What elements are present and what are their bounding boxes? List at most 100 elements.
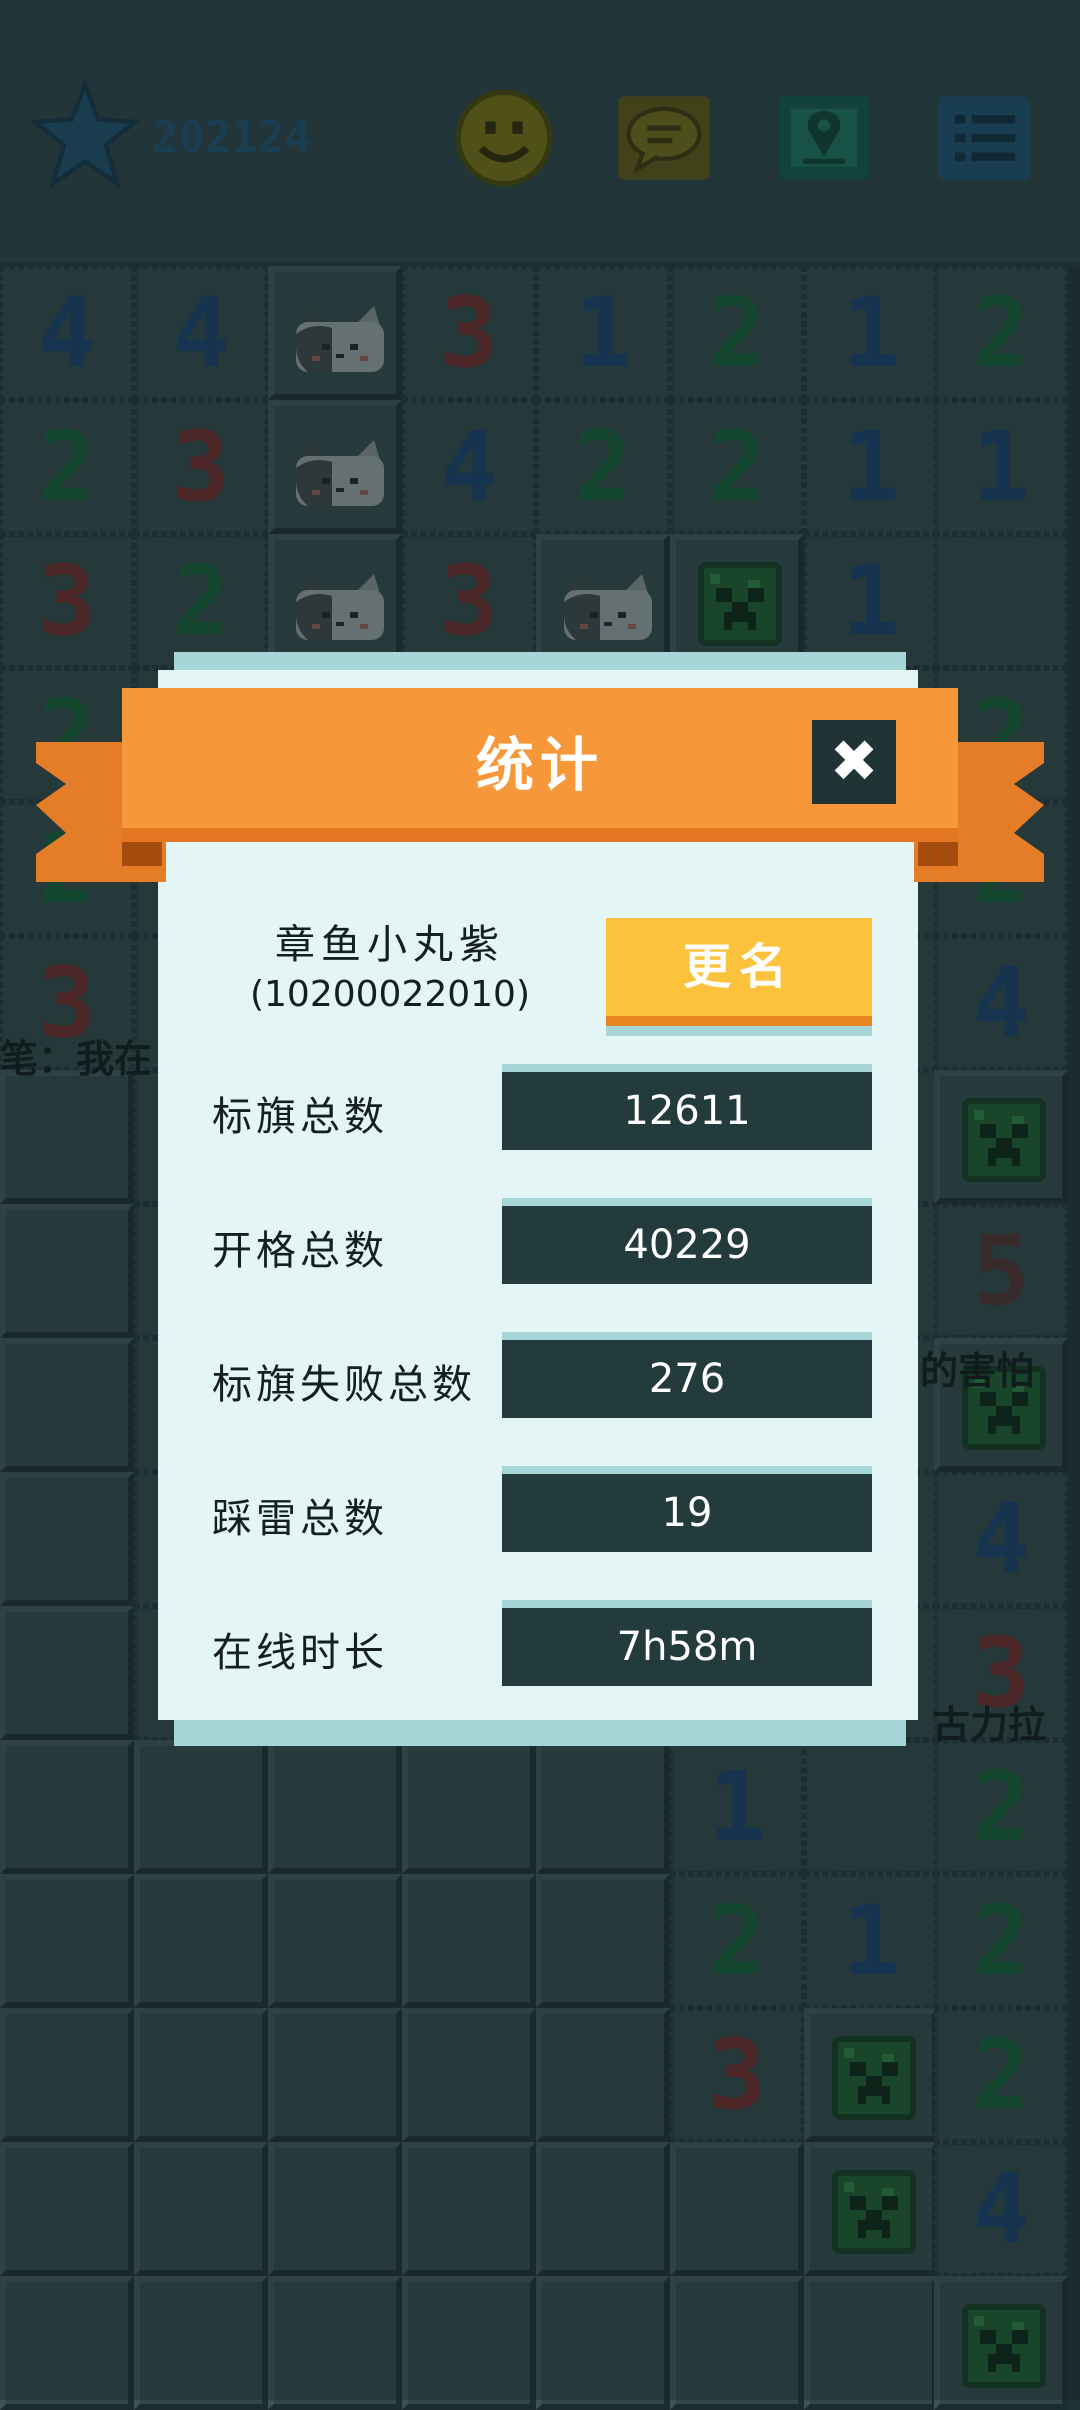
board-cell-hidden[interactable]	[670, 2276, 804, 2410]
board-cell[interactable]: 2	[670, 266, 804, 400]
board-cell-hidden[interactable]	[402, 2142, 536, 2276]
board-cell-hidden[interactable]	[0, 1472, 134, 1606]
board-cell-hidden[interactable]	[134, 2142, 268, 2276]
board-cell[interactable]: 2	[536, 400, 670, 534]
board-cell-hidden[interactable]	[0, 1070, 134, 1204]
board-cell-hidden[interactable]	[268, 1874, 402, 2008]
map-pin-icon[interactable]	[772, 86, 876, 190]
board-cell-mine[interactable]	[934, 1070, 1068, 1204]
board-cell-hidden[interactable]	[134, 1874, 268, 2008]
board-cell[interactable]: 2	[134, 534, 268, 668]
board-cell-flag[interactable]	[268, 534, 402, 668]
board-cell-mine[interactable]	[670, 534, 804, 668]
creeper-icon	[698, 562, 782, 646]
board-cell[interactable]: 1	[804, 266, 938, 400]
board-cell-hidden[interactable]	[402, 1740, 536, 1874]
board-cell[interactable]: 2	[934, 1874, 1068, 2008]
board-cell[interactable]	[804, 1740, 938, 1874]
creeper-icon	[962, 1098, 1046, 1182]
board-cell-hidden[interactable]	[268, 2276, 402, 2410]
board-cell-hidden[interactable]	[402, 2276, 536, 2410]
board-cell[interactable]: 3	[402, 534, 536, 668]
cell-number: 2	[574, 411, 632, 523]
board-cell[interactable]: 1	[804, 534, 938, 668]
top-bar: 202124	[0, 0, 1080, 268]
board-cell[interactable]: 2	[670, 1874, 804, 2008]
board-cell[interactable]: 4	[934, 1472, 1068, 1606]
board-cell-hidden[interactable]	[0, 2008, 134, 2142]
board-cell[interactable]: 2	[0, 400, 134, 534]
cell-number: 2	[972, 1885, 1030, 1997]
cat-icon	[564, 574, 652, 640]
stat-value-online-time: 7h58m	[502, 1608, 872, 1686]
board-cell[interactable]: 2	[670, 400, 804, 534]
board-cell-hidden[interactable]	[536, 1740, 670, 1874]
board-cell-hidden[interactable]	[804, 2276, 938, 2410]
board-cell-hidden[interactable]	[268, 2008, 402, 2142]
board-cell-hidden[interactable]	[134, 2008, 268, 2142]
chat-bubble-icon[interactable]	[612, 86, 716, 190]
board-cell-mine[interactable]	[804, 2008, 938, 2142]
board-cell[interactable]: 5	[934, 1204, 1068, 1338]
chat-ticker-left: 笔：我在	[0, 1037, 153, 1081]
board-cell-hidden[interactable]	[670, 2142, 804, 2276]
board-cell-flag[interactable]	[268, 266, 402, 400]
board-cell-flag[interactable]	[536, 534, 670, 668]
board-cell-mine[interactable]	[934, 2276, 1068, 2410]
rename-button-label: 更名	[682, 939, 795, 995]
board-cell[interactable]: 3	[134, 400, 268, 534]
board-cell[interactable]: 3	[670, 2008, 804, 2142]
board-cell[interactable]: 3	[0, 534, 134, 668]
board-cell-hidden[interactable]	[0, 2276, 134, 2410]
board-cell-hidden[interactable]	[536, 1874, 670, 2008]
board-cell[interactable]: 4	[934, 936, 1068, 1070]
board-cell[interactable]: 4	[134, 266, 268, 400]
board-cell[interactable]: 3	[402, 266, 536, 400]
stat-value-text: 40229	[623, 1222, 751, 1268]
board-cell-hidden[interactable]	[0, 1338, 134, 1472]
chat-ticker-right-1: 的害怕	[920, 1349, 1035, 1393]
board-cell-hidden[interactable]	[536, 2008, 670, 2142]
board-cell-hidden[interactable]	[536, 2142, 670, 2276]
board-cell-hidden[interactable]	[0, 1204, 134, 1338]
board-cell-flag[interactable]	[268, 400, 402, 534]
board-cell-hidden[interactable]	[536, 2276, 670, 2410]
board-cell-hidden[interactable]	[402, 1874, 536, 2008]
board-cell[interactable]: 1	[934, 400, 1068, 534]
cell-number: 1	[972, 411, 1030, 523]
board-cell-hidden[interactable]	[134, 2276, 268, 2410]
board-cell-hidden[interactable]	[0, 1874, 134, 2008]
board-cell-hidden[interactable]	[0, 1740, 134, 1874]
board-cell[interactable]: 4	[0, 266, 134, 400]
board-cell[interactable]: 4	[934, 2142, 1068, 2276]
board-cell[interactable]: 4	[402, 400, 536, 534]
cell-number: 3	[38, 545, 96, 657]
cell-number: 2	[708, 277, 766, 389]
cell-number: 4	[172, 277, 230, 389]
cell-number: 2	[972, 1751, 1030, 1863]
rename-button[interactable]: 更名	[606, 918, 872, 1026]
list-menu-icon[interactable]	[932, 86, 1036, 190]
board-cell[interactable]: 1	[804, 1874, 938, 2008]
board-cell[interactable]: 2	[934, 266, 1068, 400]
stat-value-text: 276	[648, 1356, 726, 1402]
board-cell-hidden[interactable]	[268, 1740, 402, 1874]
board-cell-hidden[interactable]	[0, 1606, 134, 1740]
stat-value-flag-failures: 276	[502, 1340, 872, 1418]
board-cell[interactable]	[934, 534, 1068, 668]
close-button[interactable]: ✖	[812, 720, 896, 804]
board-cell-mine[interactable]	[804, 2142, 938, 2276]
board-cell-hidden[interactable]	[134, 1740, 268, 1874]
board-cell[interactable]: 1	[804, 400, 938, 534]
board-cell[interactable]: 1	[536, 266, 670, 400]
board-cell-hidden[interactable]	[402, 2008, 536, 2142]
board-cell[interactable]: 2	[934, 2008, 1068, 2142]
smiley-face-icon[interactable]	[452, 86, 556, 190]
board-cell[interactable]: 1	[670, 1740, 804, 1874]
board-cell-hidden[interactable]	[0, 2142, 134, 2276]
cell-number: 1	[842, 277, 900, 389]
stat-label-mines-hit: 踩雷总数	[212, 1496, 388, 1542]
player-name: 章鱼小丸紫	[275, 922, 505, 968]
board-cell[interactable]: 2	[934, 1740, 1068, 1874]
board-cell-hidden[interactable]	[268, 2142, 402, 2276]
